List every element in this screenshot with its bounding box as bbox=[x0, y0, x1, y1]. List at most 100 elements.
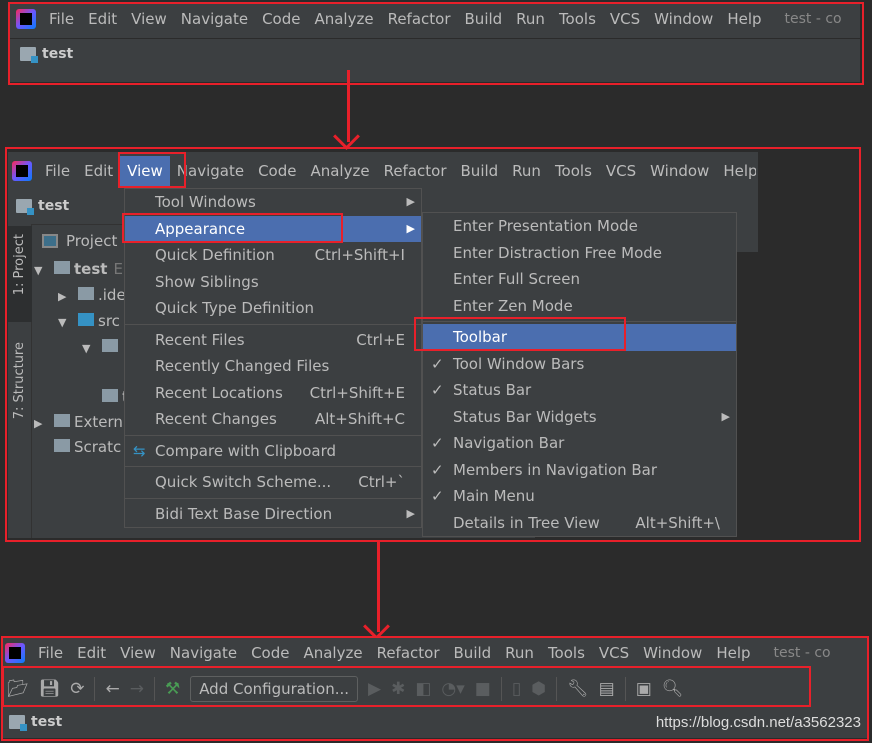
menu-run[interactable]: Run bbox=[509, 4, 552, 34]
project-folder-icon bbox=[20, 47, 38, 63]
menu-navigate[interactable]: Navigate bbox=[174, 4, 255, 34]
debug-icon[interactable]: ✱ bbox=[391, 679, 405, 699]
build-hammer-icon[interactable]: ⚒ bbox=[165, 679, 180, 699]
tree-expand-icon[interactable]: ▼ bbox=[82, 342, 94, 355]
menu-item-recently-changed-files[interactable]: Recently Changed Files bbox=[125, 353, 421, 380]
menu-view[interactable]: View bbox=[113, 638, 163, 668]
menu-refactor[interactable]: Refactor bbox=[370, 638, 447, 668]
stop-icon[interactable]: ■ bbox=[475, 679, 491, 699]
search-icon[interactable]: 🔍︎ bbox=[662, 679, 684, 699]
menu-item-navigation-bar[interactable]: ✓ Navigation Bar bbox=[423, 430, 736, 457]
menu-tools[interactable]: Tools bbox=[552, 4, 603, 34]
menu-item-details-in-tree-view[interactable]: Details in Tree View Alt+Shift+\ bbox=[423, 510, 736, 537]
menu-file[interactable]: File bbox=[42, 4, 81, 34]
menu-build[interactable]: Build bbox=[447, 638, 499, 668]
down-arrow bbox=[377, 542, 380, 632]
save-icon[interactable]: 💾︎ bbox=[39, 679, 61, 699]
tree-item[interactable]: ▼ test E: bbox=[34, 260, 128, 278]
menu-navigate[interactable]: Navigate bbox=[163, 638, 244, 668]
terminal-icon[interactable]: ▣ bbox=[636, 679, 652, 699]
nav-project-name[interactable]: test bbox=[42, 46, 73, 62]
menu-build[interactable]: Build bbox=[458, 4, 510, 34]
open-folder-icon[interactable]: 📂︎ bbox=[7, 679, 29, 699]
menu-vcs[interactable]: VCS bbox=[599, 156, 643, 186]
tree-item[interactable]: Scratc bbox=[34, 438, 121, 456]
menu-item-recent-files[interactable]: Recent Files Ctrl+E bbox=[125, 327, 421, 354]
menu-file[interactable]: File bbox=[31, 638, 70, 668]
tree-item[interactable]: ▼ src bbox=[58, 312, 120, 330]
menu-item-quick-switch-scheme[interactable]: Quick Switch Scheme... Ctrl+` bbox=[125, 469, 421, 496]
tree-item[interactable]: ▼ bbox=[82, 338, 122, 356]
sync-icon[interactable]: ⟳ bbox=[70, 679, 84, 699]
menu-window[interactable]: Window bbox=[647, 4, 720, 34]
menu-analyze[interactable]: Analyze bbox=[303, 156, 376, 186]
ide-before: File Edit View Navigate Code Analyze Refactor B… bbox=[10, 4, 860, 82]
tree-expand-icon[interactable]: ▶ bbox=[34, 417, 46, 430]
tree-expand-icon[interactable]: ▼ bbox=[34, 264, 46, 277]
menu-build[interactable]: Build bbox=[454, 156, 506, 186]
project-structure-icon[interactable]: ▤ bbox=[599, 679, 615, 699]
menu-tools[interactable]: Tools bbox=[548, 156, 599, 186]
sdk-icon[interactable]: ⬢ bbox=[531, 679, 546, 699]
menu-view[interactable]: View bbox=[120, 156, 170, 186]
menu-item-tool-windows[interactable]: Tool Windows ▶ bbox=[125, 189, 421, 216]
tree-item[interactable]: ▶ .ide bbox=[58, 286, 126, 304]
menu-item-quick-definition[interactable]: Quick Definition Ctrl+Shift+I bbox=[125, 242, 421, 269]
menu-help[interactable]: Help bbox=[720, 4, 768, 34]
tree-expand-icon[interactable]: ▼ bbox=[58, 316, 70, 329]
menu-file[interactable]: File bbox=[38, 156, 77, 186]
menu-tools[interactable]: Tools bbox=[541, 638, 592, 668]
menu-item-show-siblings[interactable]: Show Siblings bbox=[125, 269, 421, 296]
menu-window[interactable]: Window bbox=[636, 638, 709, 668]
nav-project-name[interactable]: test bbox=[31, 714, 62, 730]
profile-icon[interactable]: ◔▾ bbox=[441, 679, 464, 699]
menu-help[interactable]: Help bbox=[709, 638, 757, 668]
menu-item-enter-presentation-mode[interactable]: Enter Presentation Mode bbox=[423, 213, 736, 240]
menu-edit[interactable]: Edit bbox=[70, 638, 113, 668]
menu-refactor[interactable]: Refactor bbox=[381, 4, 458, 34]
device-icon[interactable]: ▯ bbox=[512, 679, 521, 699]
tree-expand-icon[interactable]: ▶ bbox=[58, 290, 70, 303]
menu-analyze[interactable]: Analyze bbox=[296, 638, 369, 668]
menu-item-compare-with-clipboard[interactable]: ⇆ Compare with Clipboard bbox=[125, 438, 421, 465]
menu-help[interactable]: Help bbox=[716, 156, 756, 186]
add-configuration-button[interactable]: Add Configuration... bbox=[190, 676, 359, 702]
menu-vcs[interactable]: VCS bbox=[603, 4, 647, 34]
coverage-icon[interactable]: ◧ bbox=[415, 679, 431, 699]
tab-structure[interactable]: 7: Structure bbox=[12, 342, 27, 419]
nav-project-name[interactable]: test bbox=[38, 198, 69, 214]
tab-project[interactable]: 1: Project bbox=[12, 234, 27, 295]
menu-item-toolbar[interactable]: Toolbar bbox=[423, 324, 736, 351]
menu-item-members-in-navigation-bar[interactable]: ✓ Members in Navigation Bar bbox=[423, 457, 736, 484]
menu-edit[interactable]: Edit bbox=[81, 4, 124, 34]
menu-item-recent-locations[interactable]: Recent Locations Ctrl+Shift+E bbox=[125, 380, 421, 407]
settings-wrench-icon[interactable]: 🔧︎ bbox=[567, 679, 589, 699]
menu-analyze[interactable]: Analyze bbox=[307, 4, 380, 34]
menu-run[interactable]: Run bbox=[505, 156, 548, 186]
menu-item-main-menu[interactable]: ✓ Main Menu bbox=[423, 483, 736, 510]
menu-item-enter-distraction-free-mode[interactable]: Enter Distraction Free Mode bbox=[423, 240, 736, 267]
menu-item-enter-full-screen[interactable]: Enter Full Screen bbox=[423, 266, 736, 293]
tree-item[interactable]: ▶ Extern bbox=[34, 413, 123, 431]
menu-item-tool-window-bars[interactable]: ✓ Tool Window Bars bbox=[423, 351, 736, 378]
menu-item-appearance[interactable]: Appearance ▶ bbox=[125, 215, 421, 242]
back-icon[interactable]: ← bbox=[105, 679, 119, 699]
menu-code[interactable]: Code bbox=[244, 638, 296, 668]
menu-window[interactable]: Window bbox=[643, 156, 716, 186]
run-icon[interactable]: ▶ bbox=[368, 679, 381, 699]
menu-edit[interactable]: Edit bbox=[77, 156, 120, 186]
menu-item-quick-type-definition[interactable]: Quick Type Definition bbox=[125, 295, 421, 322]
menu-item-bidi-text-base-direction[interactable]: Bidi Text Base Direction ▶ bbox=[125, 501, 421, 528]
menu-run[interactable]: Run bbox=[498, 638, 541, 668]
menu-code[interactable]: Code bbox=[255, 4, 307, 34]
menu-item-status-bar[interactable]: ✓ Status Bar bbox=[423, 377, 736, 404]
menu-navigate[interactable]: Navigate bbox=[170, 156, 251, 186]
menu-item-status-bar-widgets[interactable]: Status Bar Widgets ▶ bbox=[423, 404, 736, 431]
forward-icon[interactable]: → bbox=[130, 679, 144, 699]
menu-item-enter-zen-mode[interactable]: Enter Zen Mode bbox=[423, 293, 736, 320]
menu-refactor[interactable]: Refactor bbox=[377, 156, 454, 186]
menu-view[interactable]: View bbox=[124, 4, 174, 34]
menu-code[interactable]: Code bbox=[251, 156, 303, 186]
menu-vcs[interactable]: VCS bbox=[592, 638, 636, 668]
menu-item-recent-changes[interactable]: Recent Changes Alt+Shift+C bbox=[125, 406, 421, 433]
